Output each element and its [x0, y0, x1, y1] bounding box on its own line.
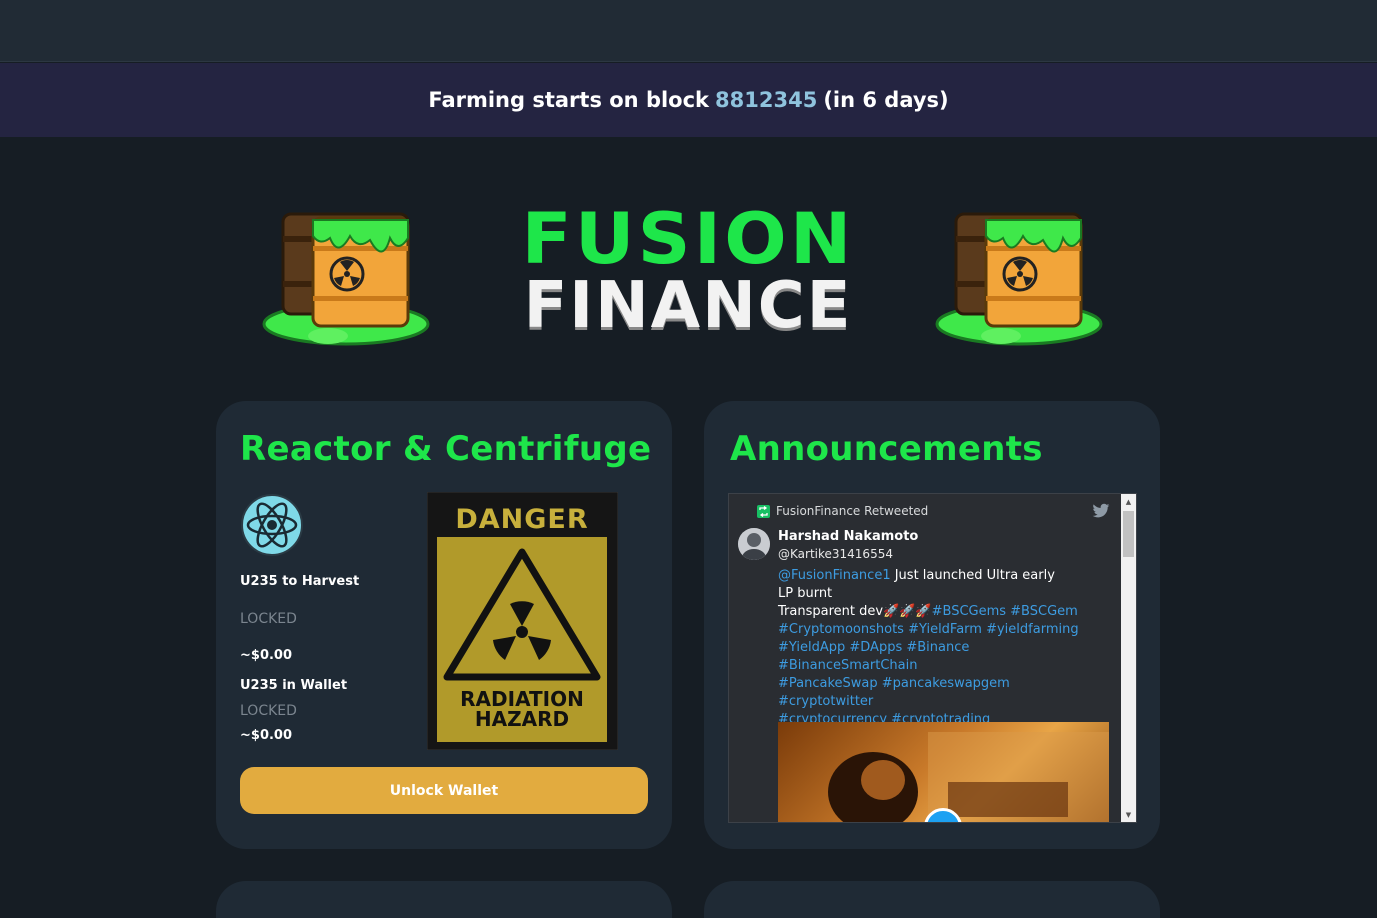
bottom-card-left	[216, 881, 672, 918]
radiation-danger-sign: DANGER RADIATION HAZARD	[427, 492, 618, 750]
twitter-timeline-embed[interactable]: FusionFinance Retweeted Harshad Nakamoto…	[728, 493, 1137, 823]
tweet-text-line2: LP burnt	[778, 586, 833, 601]
wallet-label: U235 in Wallet	[240, 678, 348, 693]
tweet-text-line3: Transparent dev🚀🚀🚀	[778, 604, 932, 619]
danger-bottom-line2: HAZARD	[475, 707, 569, 731]
harvest-status: LOCKED	[240, 611, 297, 627]
fusion-finance-logo: FUSION FINANCE	[508, 204, 868, 344]
scroll-down-arrow-icon[interactable]: ▼	[1121, 807, 1136, 822]
tweet-hashtags-1[interactable]: #BSCGems #BSCGem	[932, 604, 1078, 619]
logo-line-2: FINANCE	[523, 269, 853, 343]
unlock-wallet-button[interactable]: Unlock Wallet	[240, 767, 648, 814]
tweet-video-thumbnail[interactable]	[778, 722, 1109, 822]
retweet-icon	[757, 504, 770, 518]
embed-scrollbar[interactable]: ▲ ▼	[1121, 494, 1136, 822]
bottom-card-right	[704, 881, 1160, 918]
banner-block-number[interactable]: 8812345	[715, 88, 817, 112]
reactor-title: Reactor & Centrifuge	[240, 429, 652, 469]
announcements-title: Announcements	[730, 429, 1043, 469]
top-navbar	[0, 0, 1377, 62]
tweet-hashtags-2[interactable]: #Cryptomoonshots #YieldFarm #yieldfarmin…	[778, 621, 1108, 639]
atom-icon	[241, 494, 303, 556]
retweeted-by[interactable]: FusionFinance Retweeted	[776, 504, 928, 518]
retweet-line: FusionFinance Retweeted	[757, 504, 928, 518]
banner-suffix: (in 6 days)	[823, 88, 949, 112]
tweet-hashtags-4[interactable]: #PancakeSwap #pancakeswapgem #cryptotwit…	[778, 675, 1108, 711]
harvest-value: ~$0.00	[240, 648, 293, 663]
tweet-author-avatar[interactable]	[738, 528, 770, 560]
farming-banner: Farming starts on block 8812345 (in 6 da…	[0, 63, 1377, 137]
tweet-mention-link[interactable]: @FusionFinance1	[778, 568, 891, 583]
danger-top-text: DANGER	[455, 504, 588, 535]
logo-line-1: FUSION	[521, 198, 855, 280]
toxic-barrel-icon-left	[262, 212, 430, 346]
scroll-up-arrow-icon[interactable]: ▲	[1121, 494, 1136, 509]
announcements-card: Announcements FusionFinance Retweeted Ha…	[704, 401, 1160, 849]
twitter-bird-icon[interactable]	[1092, 503, 1110, 519]
harvest-label: U235 to Harvest	[240, 574, 360, 589]
tweet-author-handle[interactable]: @Kartike31416554	[778, 547, 893, 561]
toxic-barrel-icon-right	[935, 212, 1103, 346]
reactor-card: Reactor & Centrifuge U235 to Harvest LOC…	[216, 401, 672, 849]
tweet-body: @FusionFinance1 Just launched Ultra earl…	[778, 567, 1108, 729]
tweet-hashtags-3[interactable]: #YieldApp #DApps #Binance #BinanceSmartC…	[778, 639, 1108, 675]
avatar-image	[738, 528, 770, 560]
wallet-status: LOCKED	[240, 703, 297, 719]
scroll-thumb[interactable]	[1123, 511, 1134, 557]
wallet-value: ~$0.00	[240, 728, 293, 743]
tweet-author-name[interactable]: Harshad Nakamoto	[778, 529, 918, 544]
tweet-text-line1: Just launched Ultra early	[890, 568, 1055, 583]
banner-prefix: Farming starts on block	[428, 88, 710, 112]
